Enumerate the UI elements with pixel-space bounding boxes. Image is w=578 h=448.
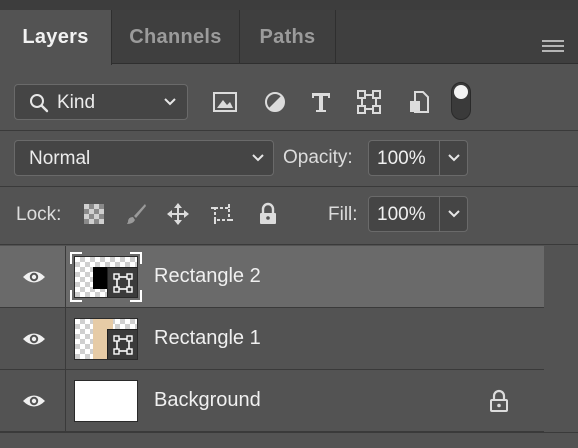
panel-footer xyxy=(0,432,578,448)
lock-all-icon[interactable] xyxy=(256,202,280,226)
opacity-value: 100% xyxy=(377,148,426,169)
fill-field[interactable]: 100% xyxy=(368,196,468,232)
layer-thumbnail[interactable] xyxy=(74,318,138,360)
lock-artboard-icon[interactable] xyxy=(210,202,234,226)
selection-corner xyxy=(130,252,142,264)
visibility-toggle[interactable] xyxy=(0,246,66,308)
lock-transparent-pixels-icon[interactable] xyxy=(82,202,106,226)
opacity-label: Opacity: xyxy=(283,147,353,168)
layer-thumbnail[interactable] xyxy=(74,380,138,422)
shape-layer-icon xyxy=(113,335,133,355)
layer-name[interactable]: Rectangle 2 xyxy=(154,265,261,288)
type-filter-icon[interactable] xyxy=(308,89,334,115)
panel-tab-bar: Layers Channels Paths xyxy=(0,10,578,65)
lock-icon[interactable] xyxy=(488,389,510,413)
panel-top-strip xyxy=(0,0,578,10)
opacity-field-separator xyxy=(439,141,440,175)
layers-panel: Layers Channels Paths Kind Normal Opacit… xyxy=(0,0,578,448)
search-icon xyxy=(30,94,49,113)
filter-kind-select[interactable]: Kind xyxy=(14,84,188,120)
chevron-down-icon xyxy=(252,154,264,162)
layer-row-rectangle-1[interactable]: Rectangle 1 xyxy=(0,308,544,370)
fill-label: Fill: xyxy=(328,204,358,225)
opacity-chevron-down-icon[interactable] xyxy=(447,153,461,163)
lock-image-pixels-icon[interactable] xyxy=(124,202,148,226)
layer-thumbnail[interactable] xyxy=(74,256,138,298)
chevron-down-icon xyxy=(164,98,176,106)
filter-toggle-switch[interactable] xyxy=(451,82,471,120)
image-filter-icon[interactable] xyxy=(212,89,238,115)
layer-row-background[interactable]: Background xyxy=(0,370,544,432)
fill-value: 100% xyxy=(377,204,426,225)
adjustment-filter-icon[interactable] xyxy=(262,89,288,115)
divider xyxy=(0,244,578,245)
selection-corner xyxy=(70,290,82,302)
blend-mode-value: Normal xyxy=(29,148,91,169)
selection-corner xyxy=(70,252,82,264)
visibility-toggle[interactable] xyxy=(0,308,66,370)
opacity-field[interactable]: 100% xyxy=(368,140,468,176)
layer-name[interactable]: Rectangle 1 xyxy=(154,327,261,350)
shape-layer-badge xyxy=(107,329,137,359)
eye-icon xyxy=(23,271,45,283)
smart-object-filter-icon[interactable] xyxy=(406,89,432,115)
shape-filter-icon[interactable] xyxy=(356,89,382,115)
visibility-toggle[interactable] xyxy=(0,370,66,432)
fill-field-separator xyxy=(439,197,440,231)
lock-label: Lock: xyxy=(16,204,62,225)
layers-list-scroll-gutter xyxy=(544,246,578,432)
panel-menu-icon[interactable] xyxy=(542,40,564,54)
tab-layers[interactable]: Layers xyxy=(0,10,112,65)
blend-mode-select[interactable]: Normal xyxy=(14,140,274,176)
filter-toggle-knob xyxy=(454,85,468,99)
tab-channels[interactable]: Channels xyxy=(112,10,240,64)
filter-kind-label: Kind xyxy=(57,92,96,113)
divider xyxy=(0,186,578,187)
fill-chevron-down-icon[interactable] xyxy=(447,209,461,219)
eye-icon xyxy=(23,395,45,407)
layers-list: Rectangle 2 Rectangle 1 Background xyxy=(0,246,544,432)
divider xyxy=(0,130,578,131)
lock-position-icon[interactable] xyxy=(166,202,190,226)
selection-corner xyxy=(130,290,142,302)
layer-name[interactable]: Background xyxy=(154,389,261,412)
layer-row-rectangle-2[interactable]: Rectangle 2 xyxy=(0,246,544,308)
tab-paths[interactable]: Paths xyxy=(240,10,336,64)
eye-icon xyxy=(23,333,45,345)
